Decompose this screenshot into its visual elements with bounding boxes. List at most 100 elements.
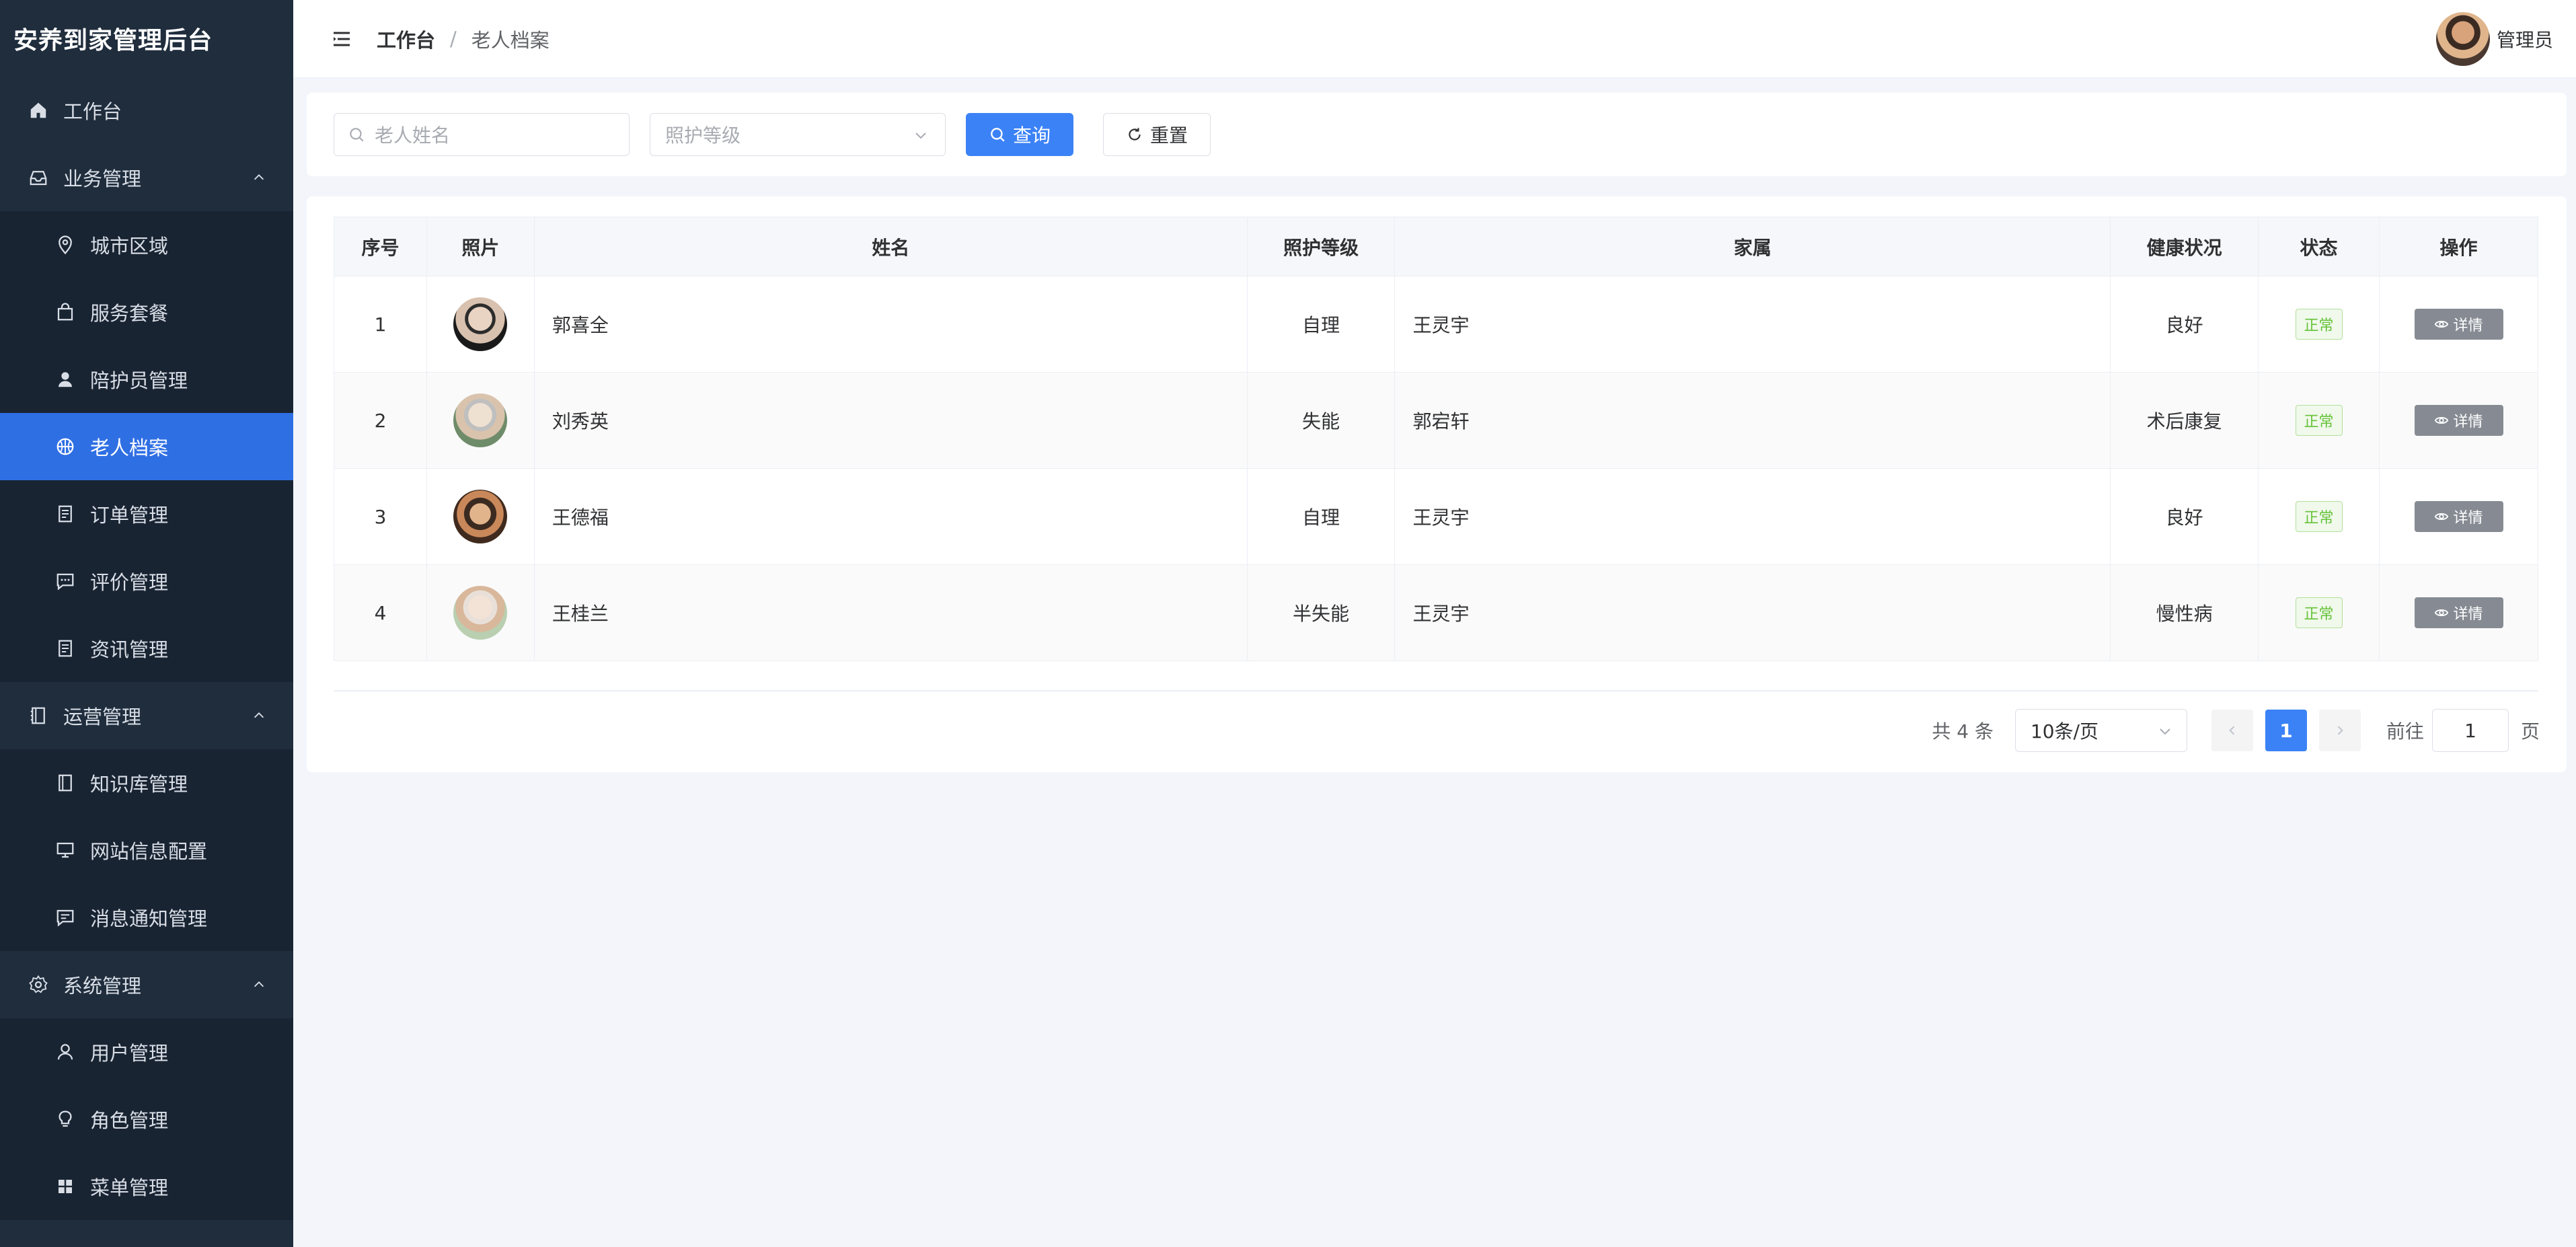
page-size-select[interactable]: 10条/页	[2014, 709, 2187, 752]
sidebar-item-label: 订单管理	[90, 504, 169, 527]
top-header: 工作台 / 老人档案 管理员	[293, 0, 2576, 78]
sidebar-item-site-config[interactable]: 网站信息配置	[0, 817, 293, 884]
breadcrumb-current: 老人档案	[471, 28, 550, 52]
table-header-row: 序号 照片 姓名 照护等级 家属 健康状况 状态 操作	[334, 217, 2538, 276]
sidebar-item-city-area[interactable]: 城市区域	[0, 211, 293, 278]
user-name[interactable]: 管理员	[2497, 26, 2553, 52]
action-cell: 详情	[2379, 276, 2538, 373]
document-icon	[54, 502, 77, 525]
column-header: 照片	[426, 217, 535, 276]
sidebar-item-label: 用户管理	[90, 1042, 169, 1065]
care-level: 自理	[1246, 468, 1396, 565]
sidebar-item-elder-profile[interactable]: 老人档案	[0, 413, 293, 480]
query-button-label: 查询	[1012, 124, 1051, 147]
row-index: 1	[334, 276, 427, 373]
row-index: 2	[334, 372, 427, 469]
detail-button[interactable]: 详情	[2414, 597, 2503, 628]
prev-page-button[interactable]	[2211, 710, 2253, 751]
status-badge: 正常	[2295, 501, 2343, 532]
sidebar-item-label: 知识库管理	[90, 773, 188, 796]
sidebar-item-notifications[interactable]: 消息通知管理	[0, 884, 293, 951]
sidebar-item-service-package[interactable]: 服务套餐	[0, 278, 293, 346]
avatar[interactable]	[2435, 12, 2490, 66]
sidebar-item-orders[interactable]: 订单管理	[0, 480, 293, 547]
query-button[interactable]: 查询	[966, 113, 1073, 156]
sidebar-item-workbench[interactable]: 工作台	[0, 77, 293, 144]
reset-button[interactable]: 重置	[1103, 113, 1211, 156]
photo-cell	[426, 564, 535, 661]
goto-page-input[interactable]: 1	[2431, 709, 2509, 752]
chevron-down-icon	[915, 133, 926, 139]
care-level: 失能	[1246, 372, 1396, 469]
table-row: 1 郭喜全 自理 王灵宇 良好 正常 详情	[334, 276, 2538, 373]
pagination: 共 4 条 10条/页 1 前往 1 页	[1932, 709, 2540, 752]
status-badge: 正常	[2295, 309, 2343, 340]
chevron-up-icon	[254, 174, 264, 180]
page-number-button[interactable]: 1	[2265, 710, 2307, 751]
chevron-up-icon	[254, 981, 264, 987]
breadcrumb-root[interactable]: 工作台	[377, 25, 435, 53]
elder-name: 王德福	[533, 468, 1248, 565]
sidebar-item-menus[interactable]: 菜单管理	[0, 1153, 293, 1220]
column-header: 操作	[2379, 217, 2538, 276]
health-status: 良好	[2110, 276, 2259, 373]
elder-photo	[453, 297, 508, 351]
document-icon	[54, 637, 77, 660]
sidebar-item-label: 老人档案	[90, 437, 169, 459]
grid-icon	[54, 1175, 77, 1198]
eye-icon	[2435, 416, 2449, 424]
elder-photo	[453, 393, 508, 447]
sidebar-item-roles[interactable]: 角色管理	[0, 1086, 293, 1153]
sidebar-item-label: 角色管理	[90, 1109, 169, 1132]
row-index: 4	[334, 564, 427, 661]
gear-icon	[27, 973, 50, 996]
detail-button[interactable]: 详情	[2414, 501, 2503, 532]
elder-name: 郭喜全	[533, 276, 1248, 373]
sidebar-item-label: 系统管理	[63, 975, 142, 997]
page-suffix: 页	[2520, 720, 2540, 743]
sidebar-item-knowledge-base[interactable]: 知识库管理	[0, 749, 293, 817]
sidebar-item-business[interactable]: 业务管理	[0, 144, 293, 211]
page-size-value: 10条/页	[2030, 720, 2099, 743]
care-level-select[interactable]: 照护等级	[650, 113, 946, 156]
next-page-button[interactable]	[2318, 710, 2361, 751]
family-member: 王灵宇	[1394, 468, 2111, 565]
message-icon	[54, 906, 77, 929]
detail-button-label: 详情	[2453, 317, 2483, 334]
notebook-icon	[27, 704, 50, 727]
basketball-icon	[54, 435, 77, 458]
sidebar-item-label: 资讯管理	[90, 638, 169, 661]
elder-name-input[interactable]: 老人姓名	[334, 113, 630, 156]
sidebar-item-caregiver[interactable]: 陪护员管理	[0, 346, 293, 413]
reset-button-label: 重置	[1149, 124, 1188, 147]
photo-cell	[426, 468, 535, 565]
care-level-placeholder: 照护等级	[665, 124, 741, 147]
menu-toggle-icon[interactable]	[330, 27, 354, 51]
goto-label: 前往	[2386, 720, 2424, 743]
status-cell: 正常	[2258, 276, 2380, 373]
elder-name: 王桂兰	[533, 564, 1248, 661]
detail-button-label: 详情	[2453, 606, 2483, 623]
sidebar-item-label: 消息通知管理	[90, 907, 208, 930]
column-header: 家属	[1394, 217, 2111, 276]
sidebar-item-reviews[interactable]: 评价管理	[0, 547, 293, 615]
health-status: 慢性病	[2110, 564, 2259, 661]
table-row: 2 刘秀英 失能 郭宕轩 术后康复 正常 详情	[334, 372, 2538, 469]
user-solid-icon	[54, 368, 77, 391]
sidebar-item-news[interactable]: 资讯管理	[0, 615, 293, 682]
user-menu[interactable]: 管理员	[2435, 12, 2553, 66]
home-icon	[27, 99, 50, 122]
inbox-icon	[27, 166, 50, 189]
sidebar-item-users[interactable]: 用户管理	[0, 1018, 293, 1086]
row-index: 3	[334, 468, 427, 565]
bulb-icon	[54, 1108, 77, 1131]
detail-button[interactable]: 详情	[2414, 405, 2503, 436]
sidebar-item-label: 菜单管理	[90, 1176, 169, 1199]
chat-icon	[54, 570, 77, 593]
column-header: 姓名	[533, 217, 1248, 276]
sidebar-item-operations[interactable]: 运营管理	[0, 682, 293, 749]
detail-button[interactable]: 详情	[2414, 309, 2503, 340]
status-badge: 正常	[2295, 405, 2343, 436]
chevron-left-icon	[2229, 726, 2235, 735]
sidebar-item-system[interactable]: 系统管理	[0, 951, 293, 1018]
